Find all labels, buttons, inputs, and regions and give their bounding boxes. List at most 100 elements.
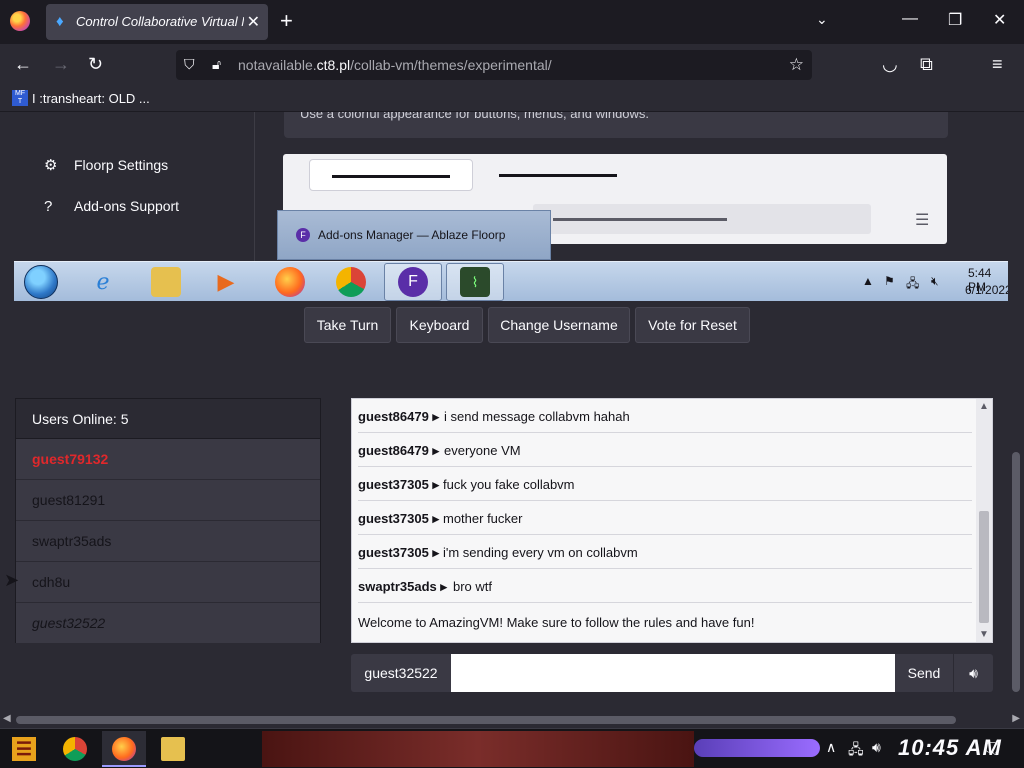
scroll-down-icon[interactable]: ▼ [979,629,989,640]
reload-icon[interactable]: ↻ [88,54,103,74]
vm-preview-menu-icon: ☰ [915,212,930,229]
help-icon: ? [44,198,53,215]
gear-icon: ⚙ [44,157,58,174]
url-bar[interactable]: ⛉ 🔓︎ notavailable.ct8.pl/collab-vm/theme… [176,50,812,80]
chat-message: guest37305 ▸ mother fucker [358,501,972,535]
chrome-icon[interactable] [336,267,366,297]
chat-text: bro wtf [453,579,493,594]
take-turn-button[interactable]: Take Turn [304,307,391,343]
browser-tab-bar: ♦ Control Collaborative Virtual Machines… [0,0,1024,44]
vm-sidebar-divider [254,112,255,262]
browser-nav-bar: ← → ↻ ⛉ 🔓︎ notavailable.ct8.pl/collab-vm… [0,44,1024,86]
extensions-icon[interactable]: ⧉ [920,54,933,74]
tray-expand-icon[interactable]: ∧ [826,739,836,756]
taskbar-decoration [262,731,694,767]
chat-message: guest37305 ▸ i'm sending every vm on col… [358,535,972,569]
vm-preview-line [499,174,617,177]
tray-volume-icon[interactable]: 🔊︎ [872,739,881,756]
horizontal-scrollbar[interactable]: ◀ ▶ [0,712,1024,728]
bookmark-star-icon[interactable]: ☆ [789,55,804,75]
user-row[interactable]: cdh8u [16,562,320,603]
media-player-icon[interactable]: ▶ [211,267,241,297]
user-row[interactable]: guest32522 [16,603,320,644]
user-row[interactable]: guest81291 [16,480,320,521]
mouse-cursor-icon: ➤ [4,570,20,590]
chat-text: i send message collabvm hahah [444,409,630,424]
firefox-logo-icon[interactable] [10,11,30,31]
tracking-shield-icon[interactable]: ⛉ [184,56,195,73]
chat-message: guest86479 ▸ i send message collabvm hah… [358,399,972,433]
tray-network-icon[interactable]: 🖧︎ [906,274,919,295]
chat-system-message: Welcome to AmazingVM! Make sure to follo… [358,615,755,630]
vm-clock-date: 6/1/2022 [965,283,1008,297]
host-taskbar: ☰ ∧ 🖧︎ 🔊︎ 10:45 AM 🗨︎ [0,728,1024,768]
user-row[interactable]: swaptr35ads [16,521,320,562]
change-username-button[interactable]: Change Username [488,307,630,343]
scroll-up-icon[interactable]: ▲ [979,401,989,412]
vm-preview-tab [309,159,473,191]
browser-tab[interactable]: ♦ Control Collaborative Virtual Machines… [46,4,268,40]
chat-username: guest32522 [351,654,451,692]
firefox-icon [112,737,136,761]
send-button[interactable]: Send [895,654,953,692]
chat-user: guest37305 ▸ [358,477,439,492]
vm-taskbar-active-app[interactable]: F [384,263,442,301]
horizontal-scroll-thumb[interactable] [16,716,956,724]
vm-taskbar: ℯ ▶ F ⌇ ▲ ⚑ 🖧︎ 🔇︎ 5:44 PM 6/1/2022 [14,261,1008,301]
file-explorer-icon[interactable] [161,737,185,761]
users-online-header: Users Online: 5 [16,399,320,439]
users-panel: Users Online: 5 guest79132 guest81291 sw… [15,398,321,644]
chat-scroll-thumb[interactable] [979,511,989,623]
notification-icon[interactable]: 🗨︎ [982,739,1002,759]
chat-user: guest37305 ▸ [358,511,439,526]
bookmark-favicon-icon: MF T [12,90,28,106]
chrome-icon[interactable] [63,737,87,761]
volume-icon[interactable]: 🔊︎ [953,654,993,692]
vm-taskbar-app[interactable]: ⌇ [446,263,504,301]
firefox-icon[interactable] [275,267,305,297]
user-row[interactable]: guest79132 [16,439,320,480]
tab-title: Control Collaborative Virtual Machines [76,14,244,29]
forward-icon[interactable]: → [52,54,70,74]
bookmark-item[interactable]: I :transheart: OLD ... [32,91,150,106]
vm-sidebar-item-addons-support[interactable]: ? Add-ons Support [44,198,179,215]
file-explorer-icon[interactable] [151,267,181,297]
tray-volume-muted-icon[interactable]: 🔇︎ [931,274,939,289]
vm-sidebar-item-floorp-settings[interactable]: ⚙ Floorp Settings [44,156,168,174]
vm-taskbar-thumbnail[interactable]: F Add-ons Manager — Ablaze Floorp [277,210,551,260]
internet-explorer-icon[interactable]: ℯ [88,267,118,297]
pocket-icon[interactable]: ◡ [882,54,898,74]
new-tab-icon[interactable]: + [280,9,293,33]
vote-reset-button[interactable]: Vote for Reset [635,307,750,343]
menu-icon[interactable]: ≡ [992,54,1003,74]
tray-network-icon[interactable]: 🖧︎ [848,739,864,763]
restore-icon[interactable]: ❐ [948,10,962,30]
vm-start-button[interactable] [24,265,58,299]
url-text[interactable]: notavailable.ct8.pl/collab-vm/themes/exp… [238,57,552,73]
host-taskbar-active-app[interactable] [102,731,146,767]
vm-display[interactable]: Use a colorful appearance for buttons, m… [14,112,1008,301]
tab-list-chevron-icon[interactable]: ⌄ [816,11,828,28]
chat-panel[interactable]: guest86479 ▸ i send message collabvm hah… [351,398,993,643]
chat-text: fuck you fake collabvm [443,477,575,492]
page-scroll-thumb[interactable] [1012,452,1020,692]
scroll-left-icon[interactable]: ◀ [3,713,11,724]
window-close-icon[interactable]: ✕ [993,10,1006,30]
chat-scrollbar[interactable]: ▲ ▼ [976,399,992,642]
chat-message: guest37305 ▸ fuck you fake collabvm [358,467,972,501]
vm-theme-description: Use a colorful appearance for buttons, m… [284,112,948,138]
chat-text: mother fucker [443,511,523,526]
back-icon[interactable]: ← [14,54,32,74]
page-scrollbar[interactable] [1008,112,1024,712]
keyboard-button[interactable]: Keyboard [396,307,483,343]
tray-expand-icon[interactable]: ▲ [862,274,874,288]
floorp-icon: F [398,267,428,297]
insecure-lock-icon[interactable]: 🔓︎ [212,56,221,73]
tray-flag-icon[interactable]: ⚑ [884,274,895,288]
tab-close-icon[interactable]: ✕ [247,12,260,32]
minimize-icon[interactable]: — [902,10,918,28]
scroll-right-icon[interactable]: ▶ [1012,713,1020,724]
chat-input[interactable] [451,654,895,692]
start-menu-icon[interactable]: ☰ [12,737,36,761]
chat-message: guest86479 ▸ everyone VM [358,433,972,467]
